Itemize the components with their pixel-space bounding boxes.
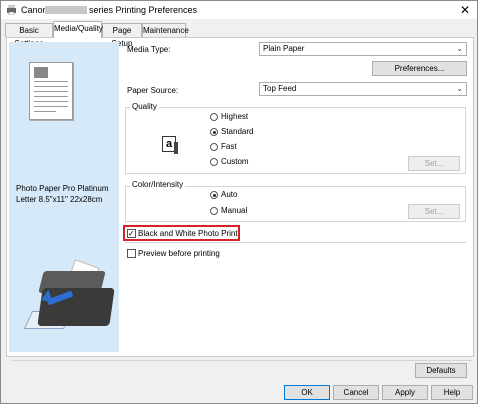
title-bar: Canon series Printing Preferences ✕ bbox=[1, 1, 477, 19]
quality-highest-label: Highest bbox=[221, 112, 249, 121]
quality-fast-radio[interactable] bbox=[210, 143, 218, 151]
preview-before-printing-label: Preview before printing bbox=[138, 249, 220, 258]
printer-app-icon bbox=[7, 5, 16, 15]
close-icon[interactable]: ✕ bbox=[457, 2, 473, 18]
quality-highest-radio[interactable] bbox=[210, 113, 218, 121]
bw-photo-print-checkbox[interactable] bbox=[127, 229, 136, 238]
color-auto-label: Auto bbox=[221, 190, 238, 199]
quality-group-title: Quality bbox=[130, 102, 159, 111]
tab-page-setup[interactable]: Page Setup bbox=[102, 23, 142, 48]
redacted-model-name bbox=[45, 6, 87, 14]
divider bbox=[125, 242, 466, 243]
preferences-button[interactable]: Preferences... bbox=[372, 61, 467, 76]
color-manual-radio[interactable] bbox=[210, 207, 218, 215]
paper-preview-icon bbox=[29, 62, 73, 120]
paper-source-label: Paper Source: bbox=[127, 86, 179, 95]
preview-before-printing-checkbox[interactable] bbox=[127, 249, 136, 258]
cancel-button[interactable]: Cancel bbox=[333, 385, 379, 400]
divider bbox=[11, 360, 472, 361]
chevron-down-icon: ⌄ bbox=[456, 44, 463, 53]
quality-standard-label: Standard bbox=[221, 127, 254, 136]
quality-custom-radio[interactable] bbox=[210, 158, 218, 166]
color-manual-label: Manual bbox=[221, 206, 248, 215]
window-title-suffix: series Printing Preferences bbox=[89, 5, 198, 15]
printing-preferences-window: Canon series Printing Preferences ✕ Basi… bbox=[0, 0, 478, 404]
window-title-prefix: Canon bbox=[21, 5, 48, 15]
color-auto-radio[interactable] bbox=[210, 191, 218, 199]
tab-media-quality[interactable]: Media/Quality bbox=[53, 21, 103, 38]
ok-button[interactable]: OK bbox=[284, 385, 330, 400]
paper-source-select[interactable]: Top Feed ⌄ bbox=[259, 82, 467, 96]
quality-standard-radio[interactable] bbox=[210, 128, 218, 136]
media-desc-line2: Letter 8.5"x11" 22x28cm bbox=[16, 195, 103, 204]
tab-basic-settings[interactable]: Basic Settings bbox=[5, 23, 53, 48]
defaults-button[interactable]: Defaults bbox=[415, 363, 467, 378]
media-description: Photo Paper Pro Platinum Letter 8.5"x11"… bbox=[16, 183, 116, 205]
help-button[interactable]: Help bbox=[431, 385, 473, 400]
color-set-button[interactable]: Set... bbox=[408, 204, 460, 219]
media-type-select[interactable]: Plain Paper ⌄ bbox=[259, 42, 467, 56]
quality-set-button[interactable]: Set... bbox=[408, 156, 460, 171]
quality-fast-label: Fast bbox=[221, 142, 237, 151]
media-type-value: Plain Paper bbox=[263, 44, 305, 53]
tab-maintenance[interactable]: Maintenance bbox=[142, 23, 189, 37]
chevron-down-icon: ⌄ bbox=[456, 84, 463, 93]
quality-custom-label: Custom bbox=[221, 157, 249, 166]
media-desc-line1: Photo Paper Pro Platinum bbox=[16, 184, 109, 193]
quality-preview-icon: a bbox=[162, 136, 178, 154]
apply-button[interactable]: Apply bbox=[382, 385, 428, 400]
paper-source-value: Top Feed bbox=[263, 84, 297, 93]
bw-photo-print-label: Black and White Photo Print bbox=[138, 229, 238, 238]
media-type-label: Media Type: bbox=[127, 45, 171, 54]
color-intensity-group-title: Color/Intensity bbox=[130, 180, 186, 189]
